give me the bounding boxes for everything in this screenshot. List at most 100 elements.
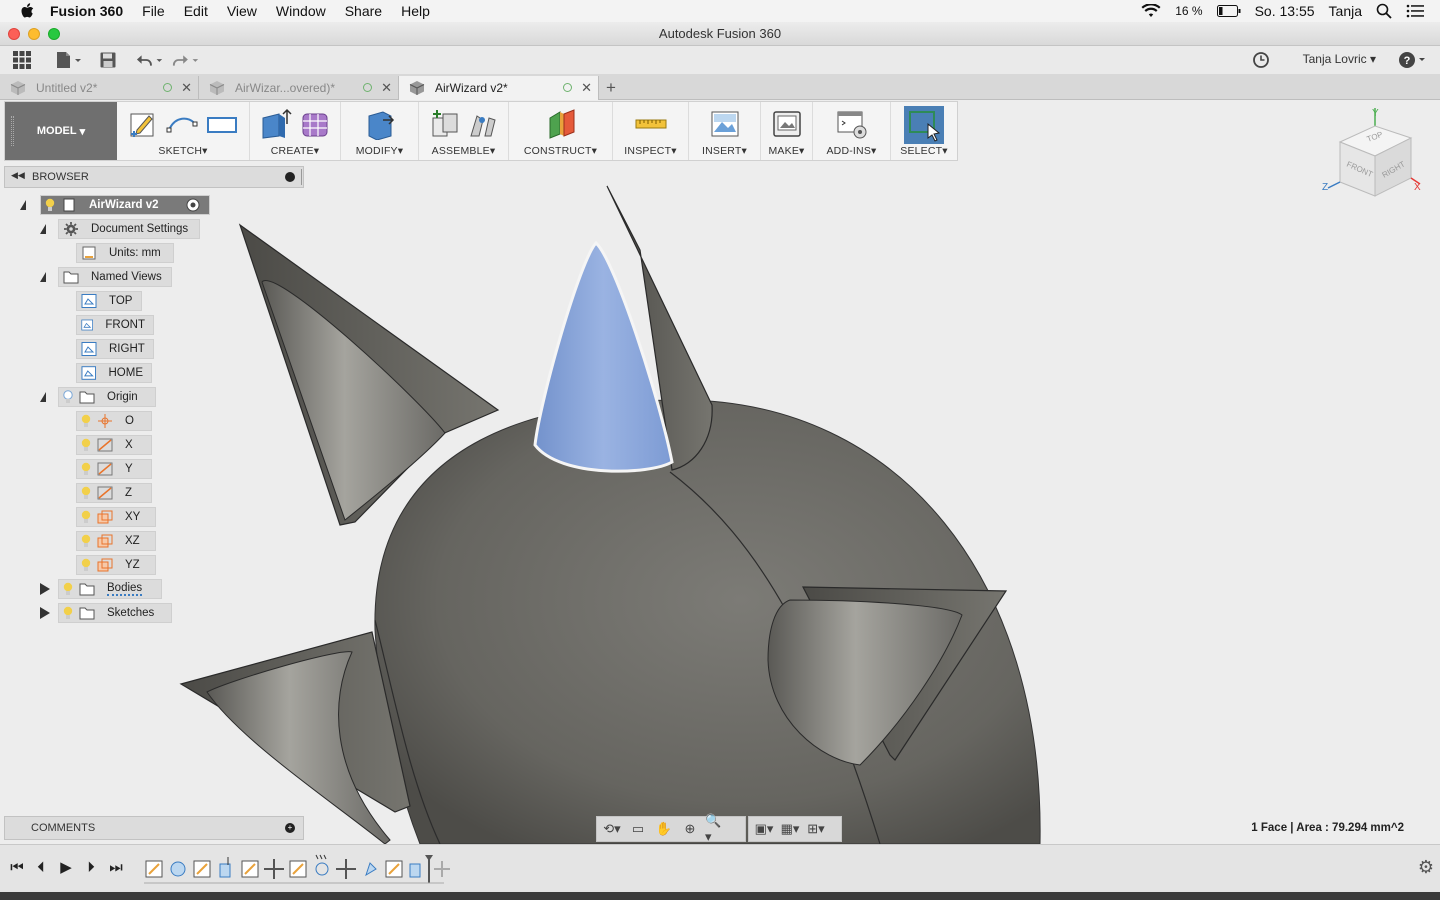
collapse-browser-icon[interactable]: ◀◀ (11, 170, 25, 181)
panel-resize-handle[interactable] (301, 169, 303, 185)
ribbon-group-construct[interactable]: CONSTRUCT▾ (509, 102, 613, 160)
menu-help[interactable]: Help (401, 3, 430, 19)
workspace-switcher-button[interactable]: MODEL ▾ (5, 102, 117, 160)
tree-node-root[interactable]: AirWizard v2 (40, 195, 210, 215)
timeline-feature-sketch-icon[interactable] (145, 860, 163, 878)
visibility-bulb-icon[interactable] (81, 558, 91, 572)
ribbon-group-modify[interactable]: MODIFY▾ (341, 102, 419, 160)
visibility-bulb-icon[interactable] (81, 486, 91, 500)
display-settings-icon[interactable]: ▣▾ (753, 820, 775, 838)
tree-node-origin-point[interactable]: O (76, 411, 152, 431)
timeline-feature-revolve-icon[interactable] (365, 862, 377, 877)
timeline-feature-move-icon[interactable] (264, 859, 284, 879)
visibility-bulb-icon[interactable] (81, 414, 91, 428)
ribbon-group-label[interactable]: INSPECT▾ (613, 145, 688, 157)
data-panel-grid-icon[interactable] (8, 49, 36, 71)
ribbon-group-label[interactable]: INSERT▾ (689, 145, 760, 157)
timeline-step-forward-icon[interactable]: ⏵ (82, 859, 100, 877)
tree-node-view-top[interactable]: TOP (76, 291, 142, 311)
viewports-icon[interactable]: ⊞▾ (805, 820, 827, 838)
ribbon-group-create[interactable]: CREATE▾ (250, 102, 341, 160)
ribbon-group-label[interactable]: SKETCH▾ (117, 145, 249, 157)
ribbon-group-label[interactable]: CREATE▾ (250, 145, 340, 157)
tree-node-units[interactable]: Units: mm (76, 243, 174, 263)
orbit-icon[interactable]: ⟲▾ (601, 820, 623, 838)
menu-share[interactable]: Share (345, 3, 382, 19)
timeline-feature-move-icon[interactable] (434, 861, 450, 877)
visibility-bulb-icon[interactable] (63, 390, 73, 404)
job-status-clock-icon[interactable] (1252, 51, 1270, 69)
undo-icon[interactable] (136, 49, 164, 71)
timeline-settings-gear-icon[interactable]: ⚙ (1418, 857, 1434, 878)
ribbon-group-label[interactable]: ASSEMBLE▾ (419, 145, 508, 157)
user-account-menu[interactable]: Tanja Lovric ▾ (1303, 52, 1376, 66)
viewcube[interactable]: Y Z X TOP FRONT RIGHT (1322, 104, 1432, 214)
help-icon[interactable]: ? (1398, 51, 1428, 69)
menubar-user[interactable]: Tanja (1329, 3, 1362, 19)
ribbon-grip-handle[interactable] (11, 116, 14, 146)
expand-toggle-icon[interactable] (40, 607, 50, 619)
tree-node-axis-y[interactable]: Y (76, 459, 152, 479)
airwizard-body[interactable] (179, 185, 1041, 844)
wifi-icon[interactable] (1141, 4, 1161, 18)
expand-toggle-icon[interactable] (40, 272, 46, 282)
browser-panel-header[interactable]: ◀◀ BROWSER (4, 166, 304, 188)
timeline-feature-sphere-icon[interactable] (170, 861, 186, 877)
ribbon-group-label[interactable]: MAKE▾ (761, 145, 812, 157)
canvas-viewport[interactable] (0, 100, 1440, 844)
pan-hand-icon[interactable]: ✋ (653, 820, 675, 838)
insert-image-icon[interactable] (709, 108, 741, 140)
tree-node-plane-xz[interactable]: XZ (76, 531, 156, 551)
ribbon-group-select[interactable]: SELECT▾ (891, 102, 957, 160)
menu-window[interactable]: Window (276, 3, 326, 19)
ribbon-group-assemble[interactable]: ASSEMBLE▾ (419, 102, 509, 160)
timeline-marker-handle[interactable] (425, 855, 433, 883)
ribbon-group-make[interactable]: MAKE▾ (761, 102, 813, 160)
model-canvas[interactable] (0, 100, 1440, 844)
look-at-icon[interactable]: ▭ (627, 820, 649, 838)
new-component-icon[interactable] (429, 108, 461, 140)
menu-view[interactable]: View (227, 3, 257, 19)
measure-icon[interactable] (634, 108, 668, 140)
doc-tab-airwizard-recovered[interactable]: AirWizar...overed)* ✕ (199, 76, 399, 100)
tree-node-origin[interactable]: Origin (58, 387, 156, 407)
tree-node-view-front[interactable]: FRONT (76, 315, 154, 335)
ribbon-group-sketch[interactable]: SKETCH▾ (117, 102, 250, 160)
tree-node-view-home[interactable]: HOME (76, 363, 152, 383)
browser-minimize-icon[interactable] (285, 172, 295, 182)
expand-toggle-icon[interactable] (40, 392, 46, 402)
tree-node-plane-xy[interactable]: XY (76, 507, 156, 527)
tree-node-document-settings[interactable]: Document Settings (58, 219, 200, 239)
offset-plane-icon[interactable] (544, 108, 578, 140)
tree-node-axis-z[interactable]: Z (76, 483, 152, 503)
timeline-feature-move-icon[interactable] (336, 859, 356, 879)
timeline-feature-sketch-icon[interactable] (193, 860, 211, 878)
joint-icon[interactable] (467, 108, 499, 140)
timeline-go-to-end-icon[interactable]: ⏭ (107, 859, 125, 877)
timeline-step-back-icon[interactable]: ⏴ (32, 859, 50, 877)
ribbon-group-label[interactable]: MODIFY▾ (341, 145, 418, 157)
close-tab-icon[interactable]: ✕ (381, 80, 392, 96)
timeline-feature-extrude-icon[interactable] (409, 863, 421, 878)
timeline-play-icon[interactable]: ▶ (57, 859, 75, 877)
create-sketch-icon[interactable] (127, 108, 159, 140)
form-icon[interactable] (299, 108, 331, 140)
doc-tab-untitled[interactable]: Untitled v2* ✕ (0, 76, 199, 100)
expand-toggle-icon[interactable] (20, 200, 26, 210)
extrude-icon[interactable] (259, 108, 293, 140)
tree-node-axis-x[interactable]: X (76, 435, 152, 455)
rectangle-icon[interactable] (205, 108, 239, 140)
grid-settings-icon[interactable]: ▦▾ (779, 820, 801, 838)
menu-app-name[interactable]: Fusion 360 (50, 3, 123, 19)
menu-edit[interactable]: Edit (184, 3, 208, 19)
visibility-bulb-icon[interactable] (81, 534, 91, 548)
ribbon-group-label[interactable]: ADD-INS▾ (813, 145, 890, 157)
tree-node-bodies[interactable]: Bodies (58, 579, 162, 599)
battery-icon[interactable] (1216, 5, 1241, 17)
close-tab-icon[interactable]: ✕ (181, 80, 192, 96)
spotlight-search-icon[interactable] (1376, 3, 1392, 19)
scripts-addins-icon[interactable] (835, 108, 869, 140)
ribbon-group-inspect[interactable]: INSPECT▾ (613, 102, 689, 160)
tree-node-plane-yz[interactable]: YZ (76, 555, 156, 575)
fit-zoom-icon[interactable]: 🔍▾ (705, 813, 727, 844)
